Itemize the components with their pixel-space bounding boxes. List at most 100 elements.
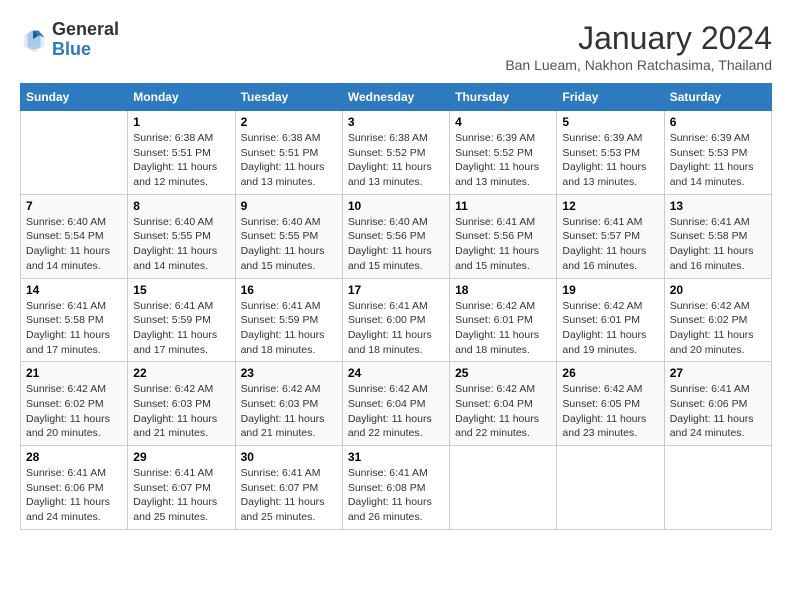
day-number: 12 (562, 199, 658, 213)
day-info: Sunrise: 6:42 AMSunset: 6:01 PMDaylight:… (455, 299, 551, 358)
calendar-cell: 27Sunrise: 6:41 AMSunset: 6:06 PMDayligh… (664, 362, 771, 446)
day-info: Sunrise: 6:42 AMSunset: 6:03 PMDaylight:… (133, 382, 229, 441)
calendar-cell: 11 Sunrise: 6:41 AMSunset: 5:56 PMDayligh… (450, 194, 557, 278)
day-info: Sunrise: 6:41 AMSunset: 6:07 PMDaylight:… (241, 466, 337, 525)
calendar-week-row: 28 Sunrise: 6:41 AMSunset: 6:06 PMDayligh… (21, 446, 772, 530)
day-number: 10 (348, 199, 444, 213)
calendar-cell: 15Sunrise: 6:41 AMSunset: 5:59 PMDayligh… (128, 278, 235, 362)
calendar-cell: 31 Sunrise: 6:41 AMSunset: 6:08 PMDayligh… (342, 446, 449, 530)
calendar-cell: 5 Sunrise: 6:39 AMSunset: 5:53 PMDaylight… (557, 111, 664, 195)
calendar-cell: 22 Sunrise: 6:42 AMSunset: 6:03 PMDayligh… (128, 362, 235, 446)
day-info: Sunrise: 6:39 AMSunset: 5:53 PMDaylight:… (562, 131, 658, 190)
day-info: Sunrise: 6:41 AMSunset: 6:06 PMDaylight:… (670, 382, 766, 441)
day-info: Sunrise: 6:41 AMSunset: 5:58 PMDaylight:… (670, 215, 766, 274)
logo: General Blue (20, 20, 119, 60)
calendar-cell: 25Sunrise: 6:42 AMSunset: 6:04 PMDayligh… (450, 362, 557, 446)
day-info: Sunrise: 6:38 AMSunset: 5:51 PMDaylight:… (241, 131, 337, 190)
calendar-cell: 7 Sunrise: 6:40 AMSunset: 5:54 PMDaylight… (21, 194, 128, 278)
calendar-week-row: 1 Sunrise: 6:38 AMSunset: 5:51 PMDaylight… (21, 111, 772, 195)
calendar-cell (21, 111, 128, 195)
calendar-cell: 23Sunrise: 6:42 AMSunset: 6:03 PMDayligh… (235, 362, 342, 446)
calendar-cell: 17 Sunrise: 6:41 AMSunset: 6:00 PMDayligh… (342, 278, 449, 362)
day-info: Sunrise: 6:40 AMSunset: 5:55 PMDaylight:… (133, 215, 229, 274)
calendar-cell: 12 Sunrise: 6:41 AMSunset: 5:57 PMDayligh… (557, 194, 664, 278)
day-number: 6 (670, 115, 766, 129)
day-number: 28 (26, 450, 122, 464)
calendar-week-row: 21 Sunrise: 6:42 AMSunset: 6:02 PMDayligh… (21, 362, 772, 446)
day-info: Sunrise: 6:40 AMSunset: 5:56 PMDaylight:… (348, 215, 444, 274)
day-info: Sunrise: 6:42 AMSunset: 6:03 PMDaylight:… (241, 382, 337, 441)
calendar-cell: 20Sunrise: 6:42 AMSunset: 6:02 PMDayligh… (664, 278, 771, 362)
calendar-week-row: 14 Sunrise: 6:41 AMSunset: 5:58 PMDayligh… (21, 278, 772, 362)
calendar-cell: 13 Sunrise: 6:41 AMSunset: 5:58 PMDayligh… (664, 194, 771, 278)
month-year-title: January 2024 (505, 20, 772, 57)
day-number: 26 (562, 366, 658, 380)
day-info: Sunrise: 6:42 AMSunset: 6:02 PMDaylight:… (670, 299, 766, 358)
calendar-cell (557, 446, 664, 530)
column-header-thursday: Thursday (450, 84, 557, 111)
calendar-table: SundayMondayTuesdayWednesdayThursdayFrid… (20, 83, 772, 530)
calendar-cell: 9 Sunrise: 6:40 AMSunset: 5:55 PMDaylight… (235, 194, 342, 278)
day-number: 24 (348, 366, 444, 380)
day-number: 7 (26, 199, 122, 213)
column-header-sunday: Sunday (21, 84, 128, 111)
calendar-cell: 2Sunrise: 6:38 AMSunset: 5:51 PMDaylight… (235, 111, 342, 195)
day-number: 5 (562, 115, 658, 129)
calendar-cell: 28 Sunrise: 6:41 AMSunset: 6:06 PMDayligh… (21, 446, 128, 530)
calendar-cell: 8 Sunrise: 6:40 AMSunset: 5:55 PMDaylight… (128, 194, 235, 278)
calendar-cell: 19 Sunrise: 6:42 AMSunset: 6:01 PMDayligh… (557, 278, 664, 362)
calendar-cell: 6 Sunrise: 6:39 AMSunset: 5:53 PMDaylight… (664, 111, 771, 195)
day-info: Sunrise: 6:41 AMSunset: 5:56 PMDaylight:… (455, 215, 551, 274)
day-number: 17 (348, 283, 444, 297)
day-info: Sunrise: 6:41 AMSunset: 5:59 PMDaylight:… (241, 299, 337, 358)
day-info: Sunrise: 6:41 AMSunset: 6:06 PMDaylight:… (26, 466, 122, 525)
calendar-cell: 29 Sunrise: 6:41 AMSunset: 6:07 PMDayligh… (128, 446, 235, 530)
day-number: 29 (133, 450, 229, 464)
day-info: Sunrise: 6:41 AMSunset: 6:08 PMDaylight:… (348, 466, 444, 525)
calendar-cell: 26 Sunrise: 6:42 AMSunset: 6:05 PMDayligh… (557, 362, 664, 446)
day-info: Sunrise: 6:41 AMSunset: 6:00 PMDaylight:… (348, 299, 444, 358)
column-header-tuesday: Tuesday (235, 84, 342, 111)
calendar-cell: 14 Sunrise: 6:41 AMSunset: 5:58 PMDayligh… (21, 278, 128, 362)
day-number: 11 (455, 199, 551, 213)
day-number: 16 (241, 283, 337, 297)
column-header-saturday: Saturday (664, 84, 771, 111)
calendar-cell: 24 Sunrise: 6:42 AMSunset: 6:04 PMDayligh… (342, 362, 449, 446)
day-info: Sunrise: 6:42 AMSunset: 6:04 PMDaylight:… (348, 382, 444, 441)
day-number: 1 (133, 115, 229, 129)
calendar-cell: 18Sunrise: 6:42 AMSunset: 6:01 PMDayligh… (450, 278, 557, 362)
calendar-cell: 21 Sunrise: 6:42 AMSunset: 6:02 PMDayligh… (21, 362, 128, 446)
logo-text: General Blue (52, 20, 119, 60)
day-info: Sunrise: 6:42 AMSunset: 6:02 PMDaylight:… (26, 382, 122, 441)
day-info: Sunrise: 6:41 AMSunset: 6:07 PMDaylight:… (133, 466, 229, 525)
day-info: Sunrise: 6:41 AMSunset: 5:57 PMDaylight:… (562, 215, 658, 274)
logo-icon (20, 26, 48, 54)
day-number: 19 (562, 283, 658, 297)
day-info: Sunrise: 6:42 AMSunset: 6:05 PMDaylight:… (562, 382, 658, 441)
day-number: 31 (348, 450, 444, 464)
day-info: Sunrise: 6:40 AMSunset: 5:54 PMDaylight:… (26, 215, 122, 274)
page-header: General Blue January 2024 Ban Lueam, Nak… (20, 20, 772, 73)
day-info: Sunrise: 6:41 AMSunset: 5:58 PMDaylight:… (26, 299, 122, 358)
day-number: 21 (26, 366, 122, 380)
day-info: Sunrise: 6:42 AMSunset: 6:01 PMDaylight:… (562, 299, 658, 358)
day-number: 3 (348, 115, 444, 129)
calendar-cell: 10 Sunrise: 6:40 AMSunset: 5:56 PMDayligh… (342, 194, 449, 278)
column-header-friday: Friday (557, 84, 664, 111)
day-number: 13 (670, 199, 766, 213)
day-number: 9 (241, 199, 337, 213)
calendar-cell: 4 Sunrise: 6:39 AMSunset: 5:52 PMDaylight… (450, 111, 557, 195)
day-info: Sunrise: 6:39 AMSunset: 5:53 PMDaylight:… (670, 131, 766, 190)
day-number: 8 (133, 199, 229, 213)
day-number: 14 (26, 283, 122, 297)
day-number: 25 (455, 366, 551, 380)
calendar-cell (664, 446, 771, 530)
day-number: 4 (455, 115, 551, 129)
calendar-cell: 1Sunrise: 6:38 AMSunset: 5:51 PMDaylight… (128, 111, 235, 195)
calendar-cell: 3Sunrise: 6:38 AMSunset: 5:52 PMDaylight… (342, 111, 449, 195)
day-number: 30 (241, 450, 337, 464)
day-number: 22 (133, 366, 229, 380)
location-subtitle: Ban Lueam, Nakhon Ratchasima, Thailand (505, 57, 772, 73)
day-info: Sunrise: 6:40 AMSunset: 5:55 PMDaylight:… (241, 215, 337, 274)
day-info: Sunrise: 6:39 AMSunset: 5:52 PMDaylight:… (455, 131, 551, 190)
